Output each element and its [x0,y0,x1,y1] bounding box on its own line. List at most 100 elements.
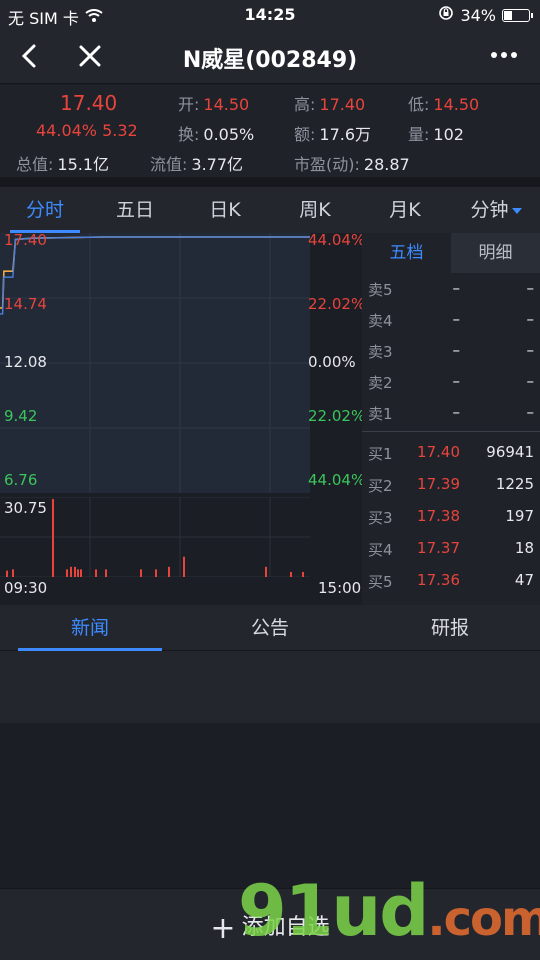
tab-label: 公告 [250,617,289,639]
quote-market-cap: 总值: 15.1亿 [16,151,109,175]
level-price: – [452,403,461,421]
level-label: 卖4 [368,312,393,330]
watermark-suffix: .com [427,891,540,947]
tab-research[interactable]: 研报 [360,605,540,651]
tab-label: 周K [299,199,331,221]
quote-low: 低: 14.50 [408,91,479,115]
level-volume: – [526,403,535,421]
y-axis-percent: 22.02% [308,295,366,313]
tab-monthly-k[interactable]: 月K [370,187,440,233]
tab-weekly-k[interactable]: 周K [280,187,350,233]
tab-daily-k[interactable]: 日K [190,187,260,233]
tab-five-day[interactable]: 五日 [100,187,170,233]
ask-row: 卖5 – – [362,273,540,304]
level-volume: – [526,341,535,359]
level-price: 17.40 [417,443,460,461]
dropdown-caret-icon [511,207,522,214]
tab-five-levels[interactable]: 五档 [362,233,451,273]
tab-intraday[interactable]: 分时 [10,187,80,233]
status-bar: 无 SIM 卡 14:25 34% [0,0,540,30]
quote-value: 0.05% [203,125,255,144]
order-book-tabs: 五档 明细 [362,233,540,273]
y-axis-label: 14.74 [4,295,47,313]
quote-label: 流值: [150,155,188,174]
tab-announcements[interactable]: 公告 [180,605,360,651]
quote-label: 市盈(动): [294,155,360,174]
level-volume: – [526,279,535,297]
price-change: 44.04% 5.32 [36,121,138,140]
quote-label: 量: [408,125,430,144]
level-price: – [452,310,461,328]
volume-bar [265,566,267,577]
level-volume: – [526,372,535,390]
book-divider [362,431,540,432]
bid-row: 买3 17.38 197 [362,501,540,532]
level-label: 卖1 [368,405,393,423]
rotation-lock-icon [438,5,454,25]
intraday-chart[interactable]: 17.40 14.74 12.08 9.42 6.76 44.04% 22.02… [0,231,365,605]
level-volume: 197 [505,507,534,525]
volume-chart [0,496,310,578]
level-price: – [452,341,461,359]
quote-amount: 额: 17.6万 [294,121,371,145]
volume-bar [95,569,97,577]
quote-pe: 市盈(动): 28.87 [294,151,410,175]
ask-row: 卖3 – – [362,335,540,366]
volume-bar [290,571,292,577]
more-button[interactable] [486,40,522,70]
ask-row: 卖1 – – [362,397,540,428]
nav-bar: N威星(002849) [0,30,540,84]
volume-bar [6,570,8,577]
quote-label: 开: [178,95,200,114]
tab-label: 分时 [25,199,64,221]
watermark-text: 91ud [238,870,429,952]
tab-details[interactable]: 明细 [451,233,540,273]
quote-volume: 量: 102 [408,121,464,145]
volume-bar [52,499,54,577]
level-label: 卖3 [368,343,393,361]
y-axis-label: 12.08 [4,353,47,371]
time-start-label: 09:30 [4,579,48,597]
level-price: – [452,372,461,390]
volume-bar [140,569,142,577]
level-label: 买1 [368,445,393,463]
volume-bar [74,566,76,577]
tab-label: 新闻 [70,617,109,639]
y-axis-percent: 22.02% [308,407,366,425]
bid-row: 买5 17.36 47 [362,565,540,596]
y-axis-percent: 44.04% [308,471,366,489]
tab-minute[interactable]: 分钟 [456,187,536,233]
level-label: 买3 [368,509,393,527]
battery-percent: 34% [460,5,496,25]
volume-bar [105,569,107,577]
tab-label: 研报 [430,617,469,639]
status-right: 34% [438,5,533,25]
page-title: N威星(002849) [182,48,358,73]
quote-value: 14.50 [203,95,250,114]
more-icon [491,52,517,58]
y-axis-label: 9.42 [4,407,38,425]
level-volume: 18 [514,539,534,557]
quote-value: 3.77亿 [191,155,244,174]
watermark-logo: 91ud.com [238,870,540,952]
tab-news[interactable]: 新闻 [0,605,180,651]
order-book: 五档 明细 卖5 – – 卖4 – – 卖3 – – 卖2 – – 卖1 – – 买1 17.40 96… [362,233,540,605]
quote-value: 15.1亿 [57,155,110,174]
level-label: 卖2 [368,374,393,392]
level-price: 17.37 [417,539,460,557]
level-label: 买4 [368,541,393,559]
tab-label: 日K [209,199,241,221]
current-price: 17.40 [60,91,118,115]
quote-float-cap: 流值: 3.77亿 [150,151,243,175]
level-volume: 96941 [486,443,534,461]
news-content [0,651,540,723]
y-axis-percent: 0.00% [308,353,356,371]
quote-value: 14.50 [433,95,480,114]
level-label: 买5 [368,573,393,591]
tab-label: 月K [389,199,421,221]
level-label: 卖5 [368,281,393,299]
quote-value: 28.87 [363,155,410,174]
quote-label: 高: [294,95,316,114]
quote-value: 17.40 [319,95,366,114]
quote-label: 总值: [16,155,54,174]
